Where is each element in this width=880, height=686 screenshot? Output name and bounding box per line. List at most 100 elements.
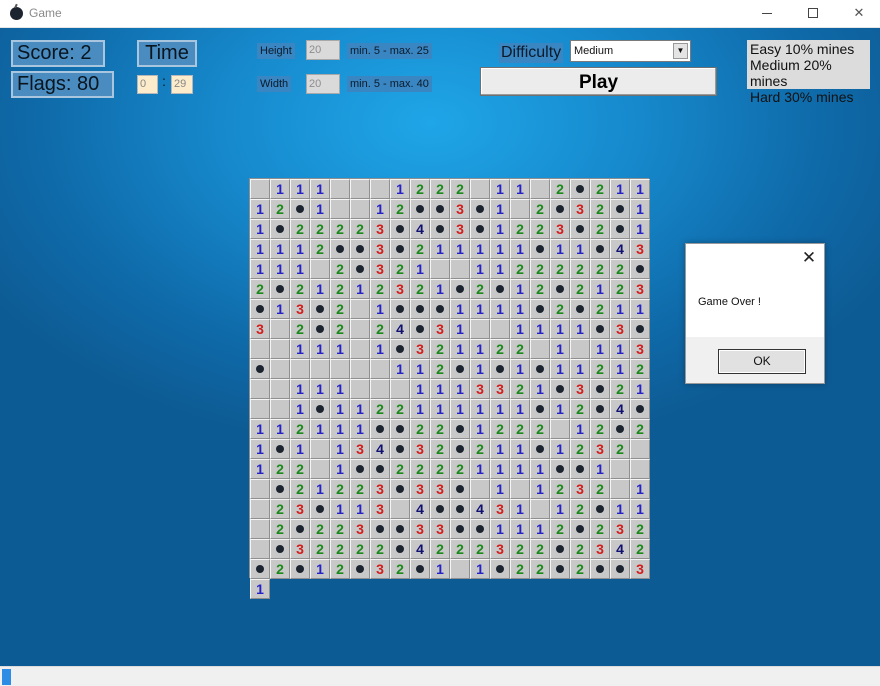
number-cell[interactable]: 2 <box>330 299 350 319</box>
mine-cell[interactable] <box>450 519 470 539</box>
number-cell[interactable]: 1 <box>290 439 310 459</box>
number-cell[interactable]: 3 <box>410 519 430 539</box>
empty-cell[interactable] <box>430 259 450 279</box>
mine-cell[interactable] <box>390 419 410 439</box>
mine-cell[interactable] <box>350 559 370 579</box>
number-cell[interactable]: 4 <box>610 539 630 559</box>
mine-cell[interactable] <box>330 239 350 259</box>
minimize-button[interactable] <box>744 0 790 28</box>
number-cell[interactable]: 2 <box>370 279 390 299</box>
number-cell[interactable]: 1 <box>430 399 450 419</box>
empty-cell[interactable] <box>390 499 410 519</box>
number-cell[interactable]: 3 <box>290 499 310 519</box>
number-cell[interactable]: 2 <box>250 279 270 299</box>
number-cell[interactable]: 3 <box>450 219 470 239</box>
number-cell[interactable]: 2 <box>330 479 350 499</box>
number-cell[interactable]: 3 <box>490 539 510 559</box>
number-cell[interactable]: 1 <box>490 459 510 479</box>
number-cell[interactable]: 1 <box>570 239 590 259</box>
number-cell[interactable]: 2 <box>550 179 570 199</box>
number-cell[interactable]: 1 <box>510 399 530 419</box>
number-cell[interactable]: 1 <box>330 459 350 479</box>
number-cell[interactable]: 1 <box>250 579 270 599</box>
number-cell[interactable]: 1 <box>270 259 290 279</box>
number-cell[interactable]: 1 <box>490 259 510 279</box>
number-cell[interactable]: 2 <box>530 279 550 299</box>
empty-cell[interactable] <box>470 479 490 499</box>
time-minutes-field[interactable]: 0 <box>137 75 158 94</box>
number-cell[interactable]: 2 <box>430 459 450 479</box>
number-cell[interactable]: 2 <box>510 559 530 579</box>
number-cell[interactable]: 3 <box>430 479 450 499</box>
number-cell[interactable]: 1 <box>550 439 570 459</box>
number-cell[interactable]: 1 <box>530 379 550 399</box>
number-cell[interactable]: 1 <box>310 559 330 579</box>
empty-cell[interactable] <box>350 319 370 339</box>
number-cell[interactable]: 1 <box>290 259 310 279</box>
number-cell[interactable]: 2 <box>570 259 590 279</box>
number-cell[interactable]: 1 <box>450 339 470 359</box>
mine-cell[interactable] <box>490 279 510 299</box>
number-cell[interactable]: 3 <box>630 239 650 259</box>
number-cell[interactable]: 1 <box>410 359 430 379</box>
number-cell[interactable]: 1 <box>370 339 390 359</box>
number-cell[interactable]: 2 <box>350 479 370 499</box>
number-cell[interactable]: 1 <box>270 179 290 199</box>
number-cell[interactable]: 2 <box>510 379 530 399</box>
empty-cell[interactable] <box>310 459 330 479</box>
number-cell[interactable]: 2 <box>450 539 470 559</box>
empty-cell[interactable] <box>630 459 650 479</box>
number-cell[interactable]: 1 <box>630 479 650 499</box>
number-cell[interactable]: 1 <box>510 279 530 299</box>
number-cell[interactable]: 2 <box>430 539 450 559</box>
number-cell[interactable]: 1 <box>470 239 490 259</box>
number-cell[interactable]: 1 <box>490 299 510 319</box>
number-cell[interactable]: 3 <box>570 479 590 499</box>
empty-cell[interactable] <box>330 359 350 379</box>
number-cell[interactable]: 1 <box>470 459 490 479</box>
number-cell[interactable]: 1 <box>550 499 570 519</box>
number-cell[interactable]: 2 <box>310 219 330 239</box>
number-cell[interactable]: 2 <box>410 419 430 439</box>
number-cell[interactable]: 3 <box>610 519 630 539</box>
number-cell[interactable]: 2 <box>430 359 450 379</box>
number-cell[interactable]: 1 <box>450 239 470 259</box>
number-cell[interactable]: 3 <box>290 299 310 319</box>
height-input[interactable]: 20 <box>306 40 340 60</box>
empty-cell[interactable] <box>250 499 270 519</box>
number-cell[interactable]: 1 <box>330 499 350 519</box>
number-cell[interactable]: 1 <box>510 359 530 379</box>
number-cell[interactable]: 2 <box>630 359 650 379</box>
number-cell[interactable]: 3 <box>550 219 570 239</box>
number-cell[interactable]: 2 <box>570 399 590 419</box>
number-cell[interactable]: 1 <box>250 259 270 279</box>
empty-cell[interactable] <box>350 359 370 379</box>
number-cell[interactable]: 1 <box>490 479 510 499</box>
mine-cell[interactable] <box>610 559 630 579</box>
number-cell[interactable]: 1 <box>470 299 490 319</box>
number-cell[interactable]: 1 <box>470 419 490 439</box>
empty-cell[interactable] <box>390 379 410 399</box>
mine-cell[interactable] <box>470 519 490 539</box>
number-cell[interactable]: 3 <box>370 499 390 519</box>
number-cell[interactable]: 1 <box>570 419 590 439</box>
empty-cell[interactable] <box>470 179 490 199</box>
number-cell[interactable]: 2 <box>570 279 590 299</box>
number-cell[interactable]: 3 <box>570 199 590 219</box>
mine-cell[interactable] <box>490 359 510 379</box>
mine-cell[interactable] <box>250 359 270 379</box>
empty-cell[interactable] <box>310 259 330 279</box>
number-cell[interactable]: 1 <box>490 179 510 199</box>
empty-cell[interactable] <box>250 539 270 559</box>
mine-cell[interactable] <box>590 499 610 519</box>
number-cell[interactable]: 2 <box>570 559 590 579</box>
number-cell[interactable]: 2 <box>590 299 610 319</box>
number-cell[interactable]: 1 <box>330 379 350 399</box>
number-cell[interactable]: 1 <box>470 259 490 279</box>
empty-cell[interactable] <box>550 419 570 439</box>
mine-cell[interactable] <box>450 359 470 379</box>
number-cell[interactable]: 1 <box>530 519 550 539</box>
number-cell[interactable]: 1 <box>530 479 550 499</box>
number-cell[interactable]: 3 <box>370 259 390 279</box>
number-cell[interactable]: 2 <box>490 339 510 359</box>
